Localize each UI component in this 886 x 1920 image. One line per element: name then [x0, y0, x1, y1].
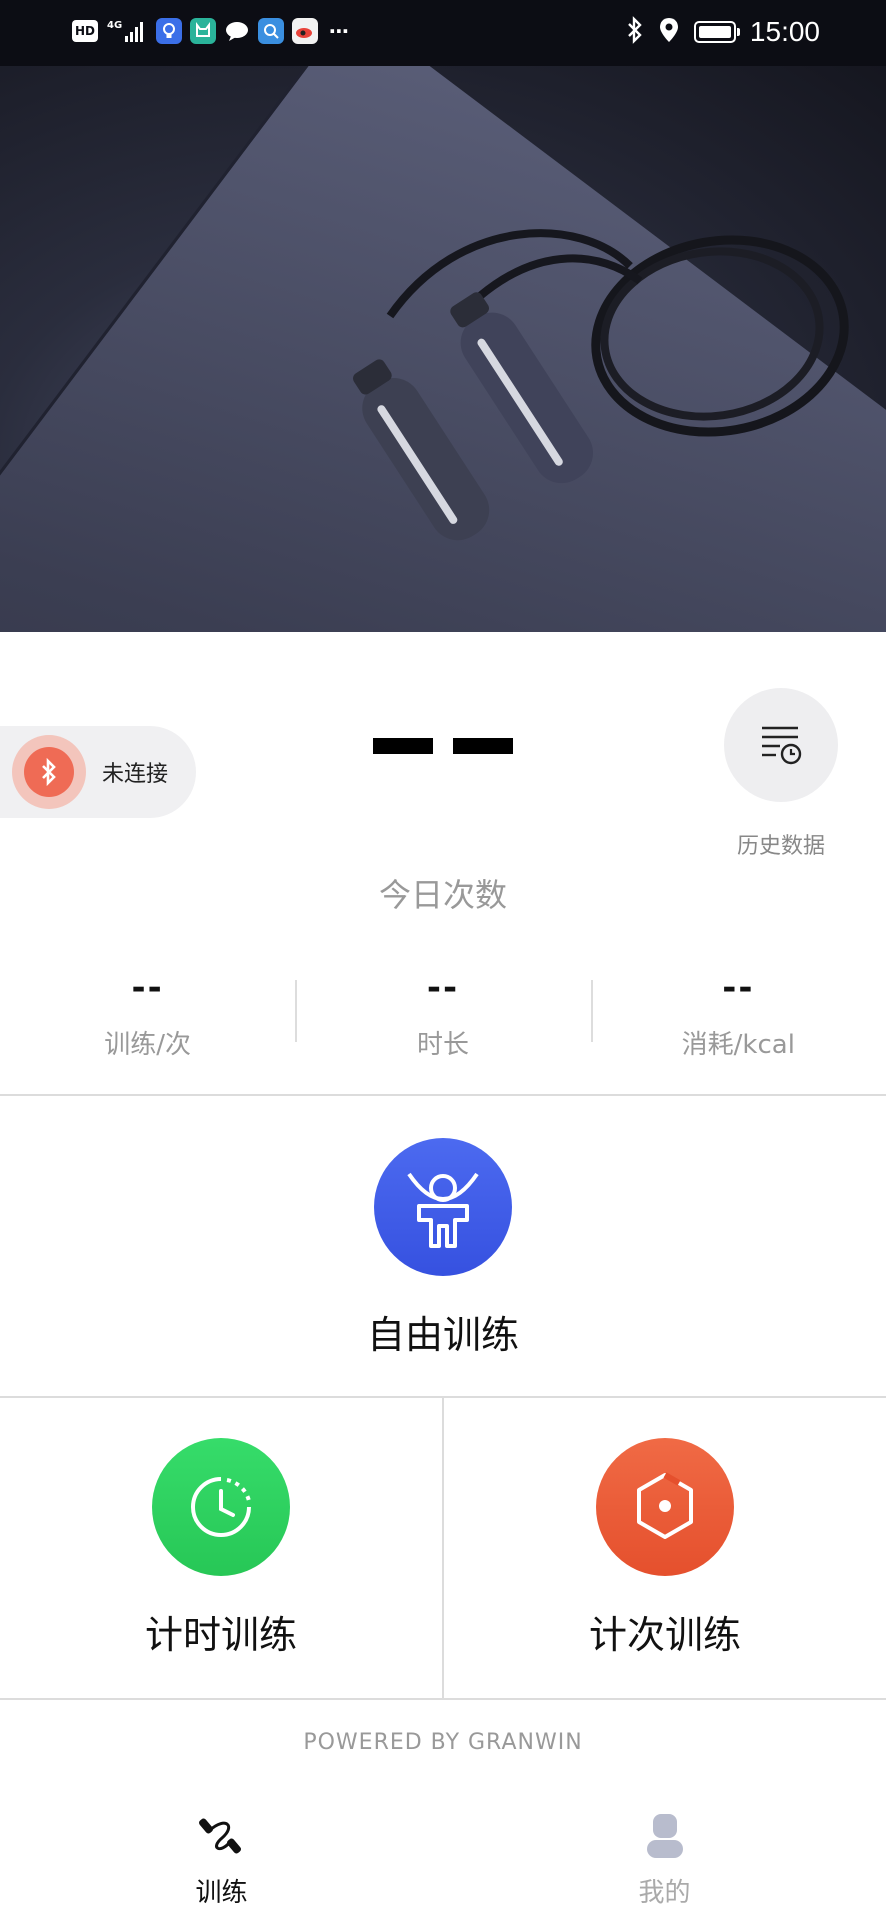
connection-status-label: 未连接	[102, 762, 169, 787]
counted-training-button[interactable]: 计次训练	[444, 1438, 886, 1659]
counted-training-label: 计次训练	[588, 1613, 741, 1657]
bluetooth-icon	[626, 16, 644, 48]
powered-by-text: POWERED BY GRANWIN	[303, 1730, 583, 1755]
status-bar-left: HD 4G ⋯	[72, 18, 352, 44]
message-icon	[224, 18, 250, 44]
history-data-button[interactable]	[724, 688, 838, 802]
today-count-label: 今日次数	[378, 876, 507, 914]
tab-training[interactable]: 训练	[0, 1800, 443, 1920]
timed-training-icon-circle	[152, 1438, 290, 1576]
hexagon-target-icon	[637, 1472, 693, 1539]
free-training-label: 自由训练	[366, 1313, 519, 1357]
history-list-clock-icon	[762, 726, 802, 765]
jumping-person-icon	[407, 1172, 479, 1248]
app-cat-icon	[190, 18, 216, 44]
count-placeholder-dash	[453, 738, 513, 754]
status-bar: HD 4G ⋯ 15:00	[0, 0, 886, 66]
section-divider	[0, 1698, 886, 1700]
timed-training-button[interactable]: 计时训练	[0, 1438, 442, 1659]
tab-training-label: 训练	[195, 1878, 248, 1908]
app-bulb-icon	[156, 18, 182, 44]
status-time: 15:00	[749, 16, 820, 47]
stat-calories: -- 消耗/kcal	[590, 968, 886, 1064]
stat-label: 训练/次	[104, 1030, 192, 1060]
status-bar-right: 15:00	[626, 16, 820, 48]
weibo-icon	[292, 18, 318, 44]
stat-sessions: -- 训练/次	[0, 968, 295, 1064]
person-icon	[646, 1814, 683, 1858]
clock-icon	[191, 1477, 251, 1537]
battery-icon	[693, 21, 740, 43]
section-divider	[0, 1094, 886, 1096]
free-training-icon-circle	[374, 1138, 512, 1276]
svg-text:4G: 4G	[107, 20, 122, 31]
stat-duration: -- 时长	[295, 968, 590, 1064]
location-icon	[658, 16, 680, 48]
stat-value: --	[131, 968, 164, 1008]
tab-mine[interactable]: 我的	[443, 1800, 886, 1920]
counted-training-icon-circle	[596, 1438, 734, 1576]
hero-jump-rope-image	[0, 66, 886, 632]
count-placeholder-dash	[373, 738, 433, 754]
timed-training-label: 计时训练	[144, 1613, 297, 1657]
free-training-button[interactable]: 自由训练	[0, 1138, 886, 1359]
history-circle	[724, 688, 838, 802]
signal-icon: 4G	[106, 18, 148, 44]
bottom-tab-bar: 训练 我的	[0, 1800, 886, 1920]
stat-label: 消耗/kcal	[681, 1030, 795, 1060]
more-dots-icon: ⋯	[329, 19, 349, 43]
jump-rope-icon	[198, 1818, 241, 1854]
jump-rope-illustration	[353, 229, 849, 541]
stat-value: --	[426, 968, 460, 1008]
search-app-icon	[258, 18, 284, 44]
history-data-label: 历史数据	[736, 834, 825, 859]
stats-row: -- 训练/次 -- 时长 -- 消耗/kcal	[0, 968, 886, 1064]
stat-label: 时长	[416, 1030, 469, 1060]
tab-mine-label: 我的	[638, 1878, 691, 1908]
hd-icon: HD	[72, 20, 98, 42]
stat-value: --	[722, 968, 755, 1008]
